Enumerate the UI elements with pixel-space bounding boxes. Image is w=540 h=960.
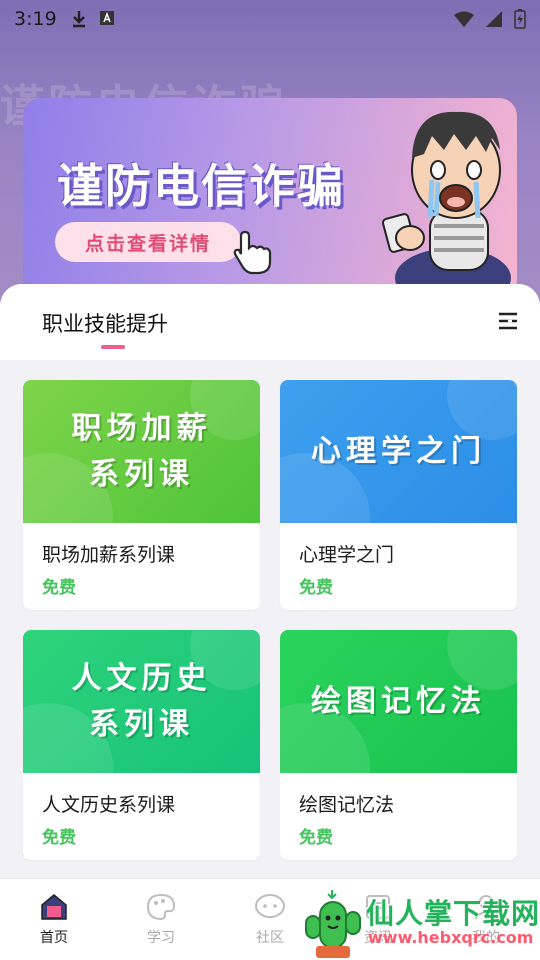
nav-study[interactable]: 学习 — [121, 893, 201, 947]
course-price: 免费 — [42, 828, 76, 848]
course-thumbnail: 绘图记忆法 — [280, 630, 517, 773]
thumbnail-text: 心理学之门 — [311, 433, 486, 469]
battery-icon — [514, 9, 526, 29]
course-card[interactable]: 职场加薪 系列课 职场加薪系列课 免费 — [23, 380, 260, 610]
nav-label: 社区 — [256, 930, 284, 946]
course-card[interactable]: 人文历史 系列课 人文历史系列课 免费 — [23, 630, 260, 860]
anti-fraud-banner[interactable]: 谨防电信诈骗 点击查看详情 — [23, 98, 517, 298]
wifi-icon — [454, 11, 474, 27]
course-thumbnail: 心理学之门 — [280, 380, 517, 523]
status-time: 3:19 — [14, 8, 57, 30]
course-title: 职场加薪系列课 — [42, 544, 176, 566]
font-a-icon — [99, 11, 114, 25]
home-icon — [41, 894, 67, 920]
status-bar: 3:19 — [0, 0, 540, 38]
menu-icon[interactable] — [498, 312, 518, 330]
category-tab-bar: 职业技能提升 — [0, 284, 540, 360]
pointing-hand-icon — [233, 230, 272, 275]
nav-community[interactable]: 社区 — [230, 893, 310, 947]
course-title: 人文历史系列课 — [42, 794, 176, 816]
tab-career-skills[interactable]: 职业技能提升 — [42, 308, 168, 338]
nav-label: 学习 — [147, 930, 175, 946]
crying-man-illustration — [381, 111, 511, 298]
course-card[interactable]: 心理学之门 心理学之门 免费 — [280, 380, 517, 610]
course-price: 免费 — [42, 578, 76, 598]
banner-title: 谨防电信诈骗 — [57, 159, 345, 213]
thumbnail-text: 人文历史 — [71, 660, 212, 696]
course-thumbnail: 职场加薪 系列课 — [23, 380, 260, 523]
download-icon — [72, 11, 85, 28]
course-title: 心理学之门 — [299, 544, 395, 566]
thumbnail-text: 绘图记忆法 — [311, 683, 486, 719]
watermark-url: www.hebxqrc.com — [368, 928, 534, 947]
course-price: 免费 — [299, 828, 333, 848]
watermark-name: 仙人掌下载网 — [366, 897, 540, 930]
active-tab-indicator — [101, 345, 125, 349]
course-title: 绘图记忆法 — [299, 794, 395, 816]
chat-bubble-icon — [255, 894, 285, 918]
site-watermark: 仙人掌下载网 www.hebxqrc.com — [302, 888, 540, 960]
banner-detail-button[interactable]: 点击查看详情 — [55, 222, 241, 262]
course-thumbnail: 人文历史 系列课 — [23, 630, 260, 773]
palette-icon — [146, 893, 176, 921]
cactus-logo-icon — [305, 890, 361, 958]
nav-home[interactable]: 首页 — [14, 893, 94, 947]
cellular-icon — [486, 11, 502, 27]
thumbnail-text: 系列课 — [89, 456, 194, 492]
thumbnail-text: 职场加薪 — [71, 410, 212, 446]
course-card[interactable]: 绘图记忆法 绘图记忆法 免费 — [280, 630, 517, 860]
nav-label: 首页 — [40, 930, 68, 946]
course-price: 免费 — [299, 578, 333, 598]
thumbnail-text: 系列课 — [89, 706, 194, 742]
